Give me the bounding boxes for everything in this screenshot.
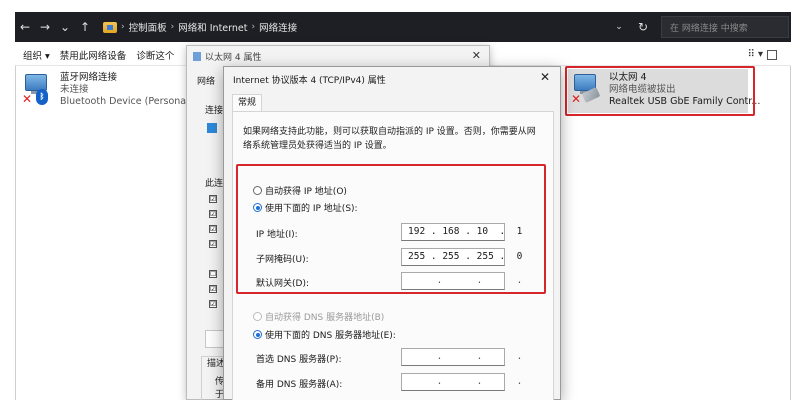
disconnected-x-icon: ✕ — [22, 92, 33, 106]
breadcrumb: › 控制面板 › 网络和 Internet › 网络连接 — [103, 20, 607, 34]
item-checkbox[interactable]: ☑ — [209, 240, 217, 248]
dialog-description: 如果网络支持此功能，则可以获取自动指派的 IP 设置。否则，你需要从网络系统管理… — [243, 127, 536, 151]
breadcrumb-separator-icon: › — [170, 22, 175, 32]
ipv4-properties-dialog: Internet 协议版本 4 (TCP/IPv4) 属性 ✕ 常规 如果网络支… — [223, 66, 561, 400]
address-dropdown-icon[interactable]: ⌄ — [607, 22, 631, 32]
forward-arrow-icon[interactable]: → — [35, 20, 55, 34]
adapter-small-icon — [207, 123, 217, 133]
breadcrumb-separator-icon: › — [251, 22, 256, 32]
auto-ip-label: 自动获得 IP 地址(O) — [265, 187, 347, 197]
adapter-device: Bluetooth Device (Personal Ar — [60, 96, 203, 107]
organize-button[interactable]: 组织 ▾ — [23, 48, 50, 62]
radio-on-icon — [253, 330, 262, 339]
subnet-mask-label: 子网掩码(U): — [256, 255, 309, 265]
ip-address-label: IP 地址(I): — [256, 230, 298, 240]
default-gateway-field[interactable]: . . . — [401, 272, 522, 290]
adapter-bluetooth[interactable]: ✕ ᛒ 蓝牙网络连接 未连接 Bluetooth Device (Persona… — [22, 72, 202, 108]
radio-off-icon — [253, 312, 262, 321]
adapter-status: 未连接 — [60, 84, 89, 95]
general-tab-panel: 如果网络支持此功能，则可以获取自动指派的 IP 设置。否则，你需要从网络系统管理… — [232, 111, 554, 400]
default-gateway-label: 默认网关(D): — [256, 279, 309, 289]
item-checkbox[interactable]: ☑ — [209, 300, 217, 308]
manual-ip-radio[interactable]: 使用下面的 IP 地址(S): — [253, 201, 358, 214]
manual-ip-label: 使用下面的 IP 地址(S): — [265, 204, 358, 214]
history-chevron-icon[interactable]: ⌄ — [55, 20, 75, 34]
item-checkbox[interactable]: ☐ — [209, 270, 217, 278]
alternate-dns-field[interactable]: . . . — [401, 373, 522, 391]
properties-window-title: 以太网 4 属性 — [205, 52, 262, 63]
radio-on-icon — [253, 203, 262, 212]
search-input[interactable]: 在 网络连接 中搜索 — [661, 16, 789, 38]
view-options-icon[interactable]: ⠿ ▾ — [747, 49, 763, 60]
properties-window-icon — [193, 51, 201, 61]
auto-dns-label: 自动获得 DNS 服务器地址(B) — [265, 313, 385, 323]
diagnose-button[interactable]: 诊断这个 — [136, 48, 174, 62]
manual-dns-radio[interactable]: 使用下面的 DNS 服务器地址(E): — [253, 328, 396, 341]
tab-general[interactable]: 常规 — [232, 94, 262, 112]
alternate-dns-label: 备用 DNS 服务器(A): — [256, 380, 343, 390]
breadcrumb-control-panel[interactable]: 控制面板 — [129, 20, 167, 34]
item-checkbox[interactable]: ☑ — [209, 210, 217, 218]
back-arrow-icon[interactable]: ← — [15, 20, 35, 34]
control-panel-folder-icon — [103, 21, 117, 33]
breadcrumb-separator-icon: › — [121, 22, 125, 32]
preferred-dns-label: 首选 DNS 服务器(P): — [256, 355, 342, 365]
manual-dns-label: 使用下面的 DNS 服务器地址(E): — [265, 331, 396, 341]
breadcrumb-network-internet[interactable]: 网络和 Internet — [178, 20, 247, 34]
network-adapter-icon: ✕ ᛒ — [22, 72, 56, 106]
bluetooth-icon: ᛒ — [36, 89, 48, 105]
item-checkbox[interactable]: ☑ — [209, 285, 217, 293]
auto-dns-radio[interactable]: 自动获得 DNS 服务器地址(B) — [253, 310, 384, 323]
ethernet-highlight-box — [565, 66, 755, 116]
auto-ip-radio[interactable]: 自动获得 IP 地址(O) — [253, 184, 347, 197]
preferred-dns-field[interactable]: . . . — [401, 348, 522, 366]
preview-pane-icon[interactable] — [767, 50, 777, 60]
address-bar: ← → ⌄ ↑ › 控制面板 › 网络和 Internet › 网络连接 ⌄ ↻… — [15, 12, 791, 42]
item-checkbox[interactable]: ☑ — [209, 195, 217, 203]
up-arrow-icon[interactable]: ↑ — [75, 20, 95, 34]
close-icon[interactable]: ✕ — [472, 49, 481, 62]
disable-device-button[interactable]: 禁用此网络设备 — [60, 48, 127, 62]
refresh-icon[interactable]: ↻ — [631, 20, 655, 34]
subnet-mask-field[interactable]: 255 . 255 . 255 . 0 — [401, 248, 522, 266]
ip-address-field[interactable]: 192 . 168 . 10 . 1 — [401, 223, 522, 241]
adapter-name: 蓝牙网络连接 — [60, 72, 118, 83]
item-checkbox[interactable]: ☑ — [209, 225, 217, 233]
close-icon[interactable]: ✕ — [540, 70, 550, 84]
radio-off-icon — [253, 186, 262, 195]
tab-network[interactable]: 网络 — [197, 74, 215, 87]
breadcrumb-network-connections[interactable]: 网络连接 — [259, 20, 297, 34]
dialog-title: Internet 协议版本 4 (TCP/IPv4) 属性 — [233, 76, 386, 86]
